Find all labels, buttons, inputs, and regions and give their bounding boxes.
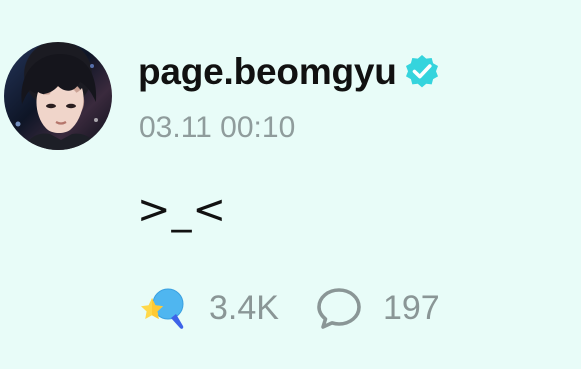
- post-timestamp: 03.11 00:10: [139, 111, 296, 144]
- like-count: 3.4K: [209, 289, 279, 327]
- like-button[interactable]: 3.4K: [138, 282, 279, 334]
- post-card: page.beomgyu 03.11 00:10 >_< 3.4K 197: [0, 0, 581, 369]
- post-body: >_<: [137, 187, 228, 233]
- weverse-like-icon: [138, 282, 190, 334]
- comment-count: 197: [382, 289, 440, 327]
- verified-badge-icon: [403, 53, 441, 91]
- avatar[interactable]: [4, 42, 112, 150]
- profile-photo: [15, 54, 98, 150]
- author-row: page.beomgyu: [138, 50, 441, 94]
- speech-bubble-icon: [315, 284, 363, 332]
- username[interactable]: page.beomgyu: [138, 50, 397, 94]
- comment-button[interactable]: 197: [315, 282, 440, 334]
- post-actions: 3.4K 197: [138, 282, 440, 334]
